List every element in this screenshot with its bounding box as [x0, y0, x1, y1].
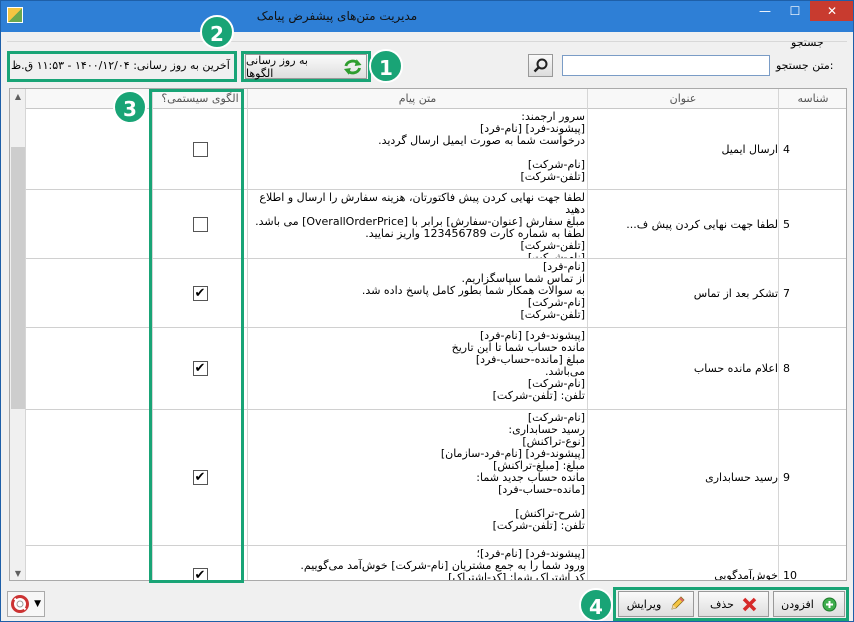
- templates-grid: الگوی سیستمی؟ متن پیام عنوان شناسه 4 ارس…: [9, 88, 847, 581]
- row-title: ارسال ایمیل: [587, 109, 778, 189]
- edit-button-label: ویرایش: [626, 597, 662, 611]
- row-message: [نام-فرد] از تماس شما سپاسگزاریم. به سوا…: [247, 259, 587, 327]
- column-header-message[interactable]: متن پیام: [247, 89, 587, 109]
- column-header-id[interactable]: شناسه: [778, 89, 846, 109]
- plus-circle-icon: [822, 597, 837, 611]
- add-button-label: افزودن: [781, 597, 814, 611]
- row-id: 4: [778, 109, 846, 189]
- row-message: [پیشوند-فرد] [نام-فرد]؛ ورود شما را به ج…: [247, 546, 587, 580]
- title-bar[interactable]: مدیریت متن‌های پیشفرض پیامک — ☐ ✕: [1, 1, 853, 32]
- search-input[interactable]: [562, 55, 770, 76]
- refresh-templates-label: به روز رسانی الگوها: [246, 53, 308, 80]
- row-id: 7: [778, 259, 846, 327]
- delete-button-label: حذف: [710, 597, 734, 611]
- row-message: [پیشوند-فرد] [نام-فرد] مانده حساب شما تا…: [247, 328, 587, 409]
- scroll-thumb[interactable]: [11, 147, 25, 409]
- row-message: لطفا جهت نهایی کردن پیش فاکتورتان، هزینه…: [247, 190, 587, 258]
- table-row[interactable]: 8 اعلام مانده حساب [پیشوند-فرد] [نام-فرد…: [10, 328, 846, 410]
- row-message: سرور ارجمند: [پیشوند-فرد] [نام-فرد] درخو…: [247, 109, 587, 189]
- search-group-label: جستجو: [791, 36, 824, 49]
- row-title: لطفا جهت نهایی کردن پیش ف...: [587, 190, 778, 258]
- row-id: 8: [778, 328, 846, 409]
- scroll-down-arrow-icon[interactable]: ▼: [10, 566, 26, 580]
- refresh-templates-button[interactable]: به روز رسانی الگوها: [245, 53, 367, 80]
- close-button[interactable]: ✕: [810, 1, 853, 21]
- table-row[interactable]: 9 رسید حسابداری [نام-شرکت] رسید حسابداری…: [10, 410, 846, 546]
- lifebuoy-icon: [11, 595, 29, 613]
- delete-button[interactable]: حذف: [698, 591, 769, 617]
- row-title: تشکر بعد از تماس: [587, 259, 778, 327]
- edit-button[interactable]: ویرایش: [618, 591, 694, 617]
- maximize-button[interactable]: ☐: [781, 1, 809, 21]
- annotation-badge-1: 1: [369, 49, 403, 83]
- help-button[interactable]: ▼: [7, 591, 45, 617]
- row-id: 9: [778, 410, 846, 545]
- add-button[interactable]: افزودن: [773, 591, 845, 617]
- column-header-title[interactable]: عنوان: [587, 89, 778, 109]
- minimize-button[interactable]: —: [751, 1, 779, 21]
- vertical-scrollbar[interactable]: ▲ ▼: [10, 89, 26, 580]
- table-row[interactable]: 7 تشکر بعد از تماس [نام-فرد] از تماس شما…: [10, 259, 846, 328]
- row-id: 5: [778, 190, 846, 258]
- annotation-badge-3: 3: [113, 90, 147, 124]
- grid-body: 4 ارسال ایمیل سرور ارجمند: [پیشوند-فرد] …: [10, 109, 846, 580]
- annotation-box-3: [149, 89, 244, 583]
- red-x-icon: [742, 597, 757, 611]
- row-id: 10: [778, 546, 846, 580]
- annotation-badge-4: 4: [579, 588, 613, 621]
- chevron-down-icon[interactable]: ▼: [34, 599, 41, 609]
- table-row[interactable]: 10 خوش‌آمدگویی [پیشوند-فرد] [نام-فرد]؛ و…: [10, 546, 846, 580]
- app-window: مدیریت متن‌های پیشفرض پیامک — ☐ ✕ جستجو …: [0, 0, 854, 622]
- row-title: اعلام مانده حساب: [587, 328, 778, 409]
- pencil-icon: [671, 596, 685, 610]
- search-icon: [533, 58, 548, 73]
- search-button[interactable]: [528, 54, 553, 77]
- last-update-text: آخرین به روز رسانی: ۱۴۰۰/۱۲/۰۴ - ۱۱:۵۳ ق…: [11, 59, 230, 72]
- search-group-divider: [7, 41, 847, 42]
- scroll-up-arrow-icon[interactable]: ▲: [10, 89, 26, 105]
- row-message: [نام-شرکت] رسید حسابداری: [نوع-تراکنش] […: [247, 410, 587, 545]
- refresh-icon: [343, 58, 362, 75]
- row-title: رسید حسابداری: [587, 410, 778, 545]
- table-row[interactable]: 5 لطفا جهت نهایی کردن پیش ف... لطفا جهت …: [10, 190, 846, 259]
- window-title: مدیریت متن‌های پیشفرض پیامک: [256, 9, 418, 23]
- annotation-badge-2: 2: [200, 15, 234, 49]
- row-title: خوش‌آمدگویی: [587, 546, 778, 580]
- search-field-label: متن جستجو:: [776, 59, 834, 72]
